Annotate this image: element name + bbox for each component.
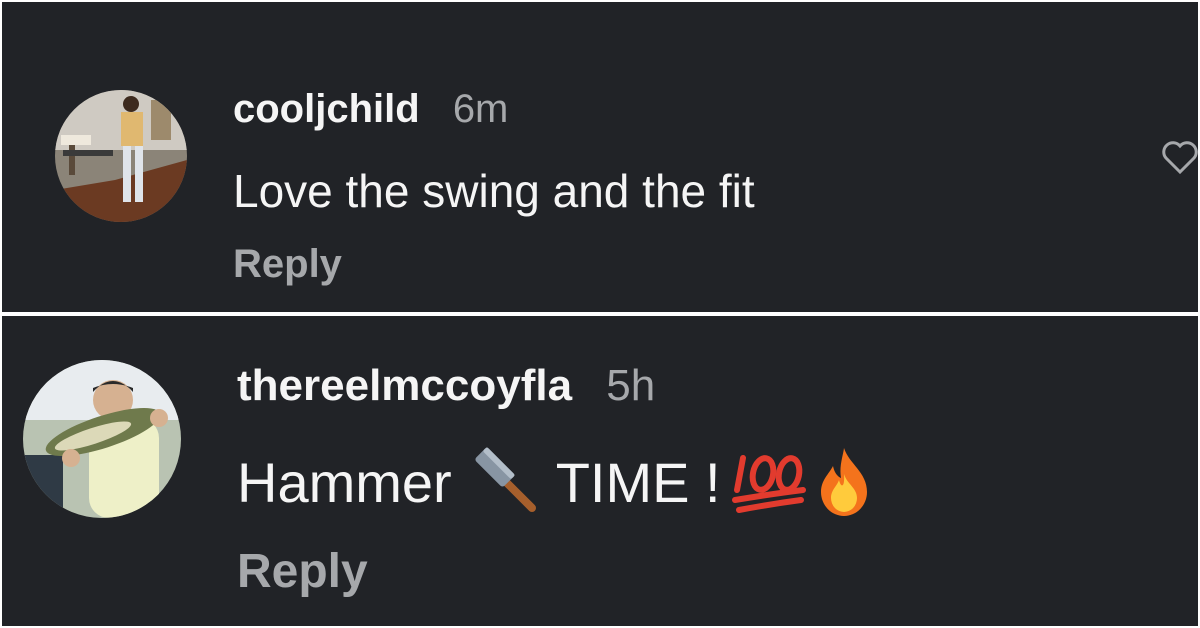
username[interactable]: cooljchild xyxy=(233,87,420,131)
timestamp: 6m xyxy=(452,87,509,131)
comment-text-part: TIME ! xyxy=(555,450,721,514)
reply-button[interactable]: Reply xyxy=(237,544,368,599)
hammer-icon xyxy=(475,447,536,512)
comment-header: thereelmccoyfla 5h xyxy=(237,361,655,411)
avatar-photo xyxy=(23,360,181,518)
comment-header: cooljchild 6m xyxy=(233,87,508,132)
fire-icon xyxy=(820,448,867,516)
avatar[interactable] xyxy=(23,360,181,518)
comment-text: Love the swing and the fit xyxy=(233,165,755,217)
hundred-points-icon xyxy=(731,455,806,513)
username[interactable]: thereelmccoyfla xyxy=(237,361,572,410)
comment-text-part: Hammer xyxy=(237,450,452,514)
reply-button[interactable]: Reply xyxy=(233,242,342,287)
timestamp: 5h xyxy=(606,361,656,410)
comment-text: Hammer TIME ! xyxy=(237,444,875,520)
comment-item: cooljchild 6m Love the swing and the fit… xyxy=(2,2,1198,312)
avatar-photo xyxy=(55,90,187,222)
heart-icon[interactable] xyxy=(1160,138,1198,178)
avatar[interactable] xyxy=(55,90,187,222)
comment-item: thereelmccoyfla 5h Hammer TIME ! Reply xyxy=(2,316,1198,626)
